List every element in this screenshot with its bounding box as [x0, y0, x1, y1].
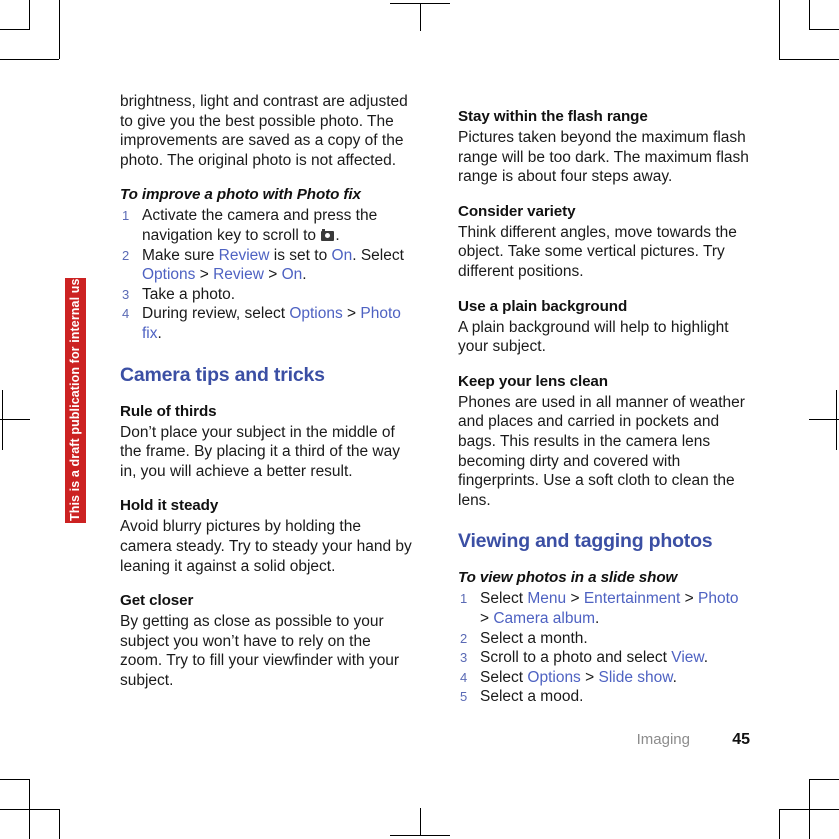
task-heading-photo-fix: To improve a photo with Photo fix: [120, 186, 361, 204]
section-heading-viewing-tagging: Viewing and tagging photos: [458, 530, 713, 553]
step-item: During review, select Options > Photo fi…: [120, 304, 412, 343]
step-text: Select: [480, 590, 528, 608]
step-text: >: [195, 266, 214, 284]
step-text: . Select: [352, 246, 404, 264]
step-text: >: [566, 590, 584, 608]
step-text: >: [580, 668, 599, 686]
ui-reference: Options: [527, 668, 581, 686]
step-text: is set to: [269, 246, 332, 264]
step-text: .: [302, 266, 307, 284]
ui-reference: Camera album: [493, 609, 596, 627]
tip-heading: Consider variety: [458, 202, 576, 220]
tip-heading: Hold it steady: [120, 497, 219, 515]
ui-reference: On: [331, 246, 353, 264]
step-text: Select a mood.: [480, 688, 584, 706]
step-text: >: [480, 609, 494, 627]
step-item: Select Menu > Entertainment > Photo > Ca…: [458, 589, 750, 628]
footer-page-number: 45: [732, 731, 750, 748]
tip-body: A plain background will help to highligh…: [458, 318, 729, 356]
section-heading-camera-tips: Camera tips and tricks: [120, 363, 325, 386]
tip-body: Pictures taken beyond the maximum flash …: [458, 129, 749, 186]
step-text: >: [263, 266, 282, 284]
step-item: Select a month.: [458, 629, 750, 649]
ui-reference: Photo: [698, 590, 739, 608]
step-text: Activate the camera and press the naviga…: [142, 207, 378, 244]
step-text: .: [703, 649, 709, 667]
task-heading-slide-show: To view photos in a slide show: [458, 569, 678, 587]
step-text: .: [672, 668, 677, 686]
camera-icon: [321, 229, 335, 241]
step-item: Select Options > Slide show.: [458, 668, 750, 688]
step-text: Scroll to a photo and select: [480, 649, 672, 667]
step-text: Select: [480, 668, 528, 686]
step-text: >: [342, 305, 361, 323]
tip-body: Phones are used in all manner of weather…: [458, 393, 745, 509]
continued-paragraph: brightness, light and contrast are adjus…: [120, 93, 408, 169]
ui-reference: Entertainment: [583, 590, 681, 608]
step-text: .: [335, 226, 340, 244]
step-text: During review, select: [142, 305, 290, 323]
tip-body: Don’t place your subject in the middle o…: [120, 423, 400, 480]
tip-heading: Keep your lens clean: [458, 372, 608, 390]
ui-reference: Menu: [527, 590, 567, 608]
step-item: Select a mood.: [458, 687, 750, 707]
ui-reference: Review: [218, 246, 270, 264]
ui-reference: View: [671, 649, 704, 667]
step-text: Select a month.: [480, 629, 588, 647]
right-column: Stay within the flash range Pictures take…: [458, 92, 750, 719]
step-text: Make sure: [142, 246, 219, 264]
step-list-photo-fix: Activate the camera and press the naviga…: [120, 206, 412, 343]
page-footer: Imaging 45: [458, 731, 750, 755]
step-item: Scroll to a photo and select View.: [458, 648, 750, 668]
step-text: >: [680, 590, 699, 608]
ui-reference: On: [281, 266, 303, 284]
tip-body: By getting as close as possible to your …: [120, 613, 400, 689]
tip-list-right: Stay within the flash range Pictures take…: [458, 108, 750, 510]
ui-reference: Options: [142, 266, 196, 284]
tip-heading: Get closer: [120, 592, 194, 610]
tip-heading: Use a plain background: [458, 297, 628, 315]
step-item: Take a photo.: [120, 285, 412, 305]
step-list-slide-show: Select Menu > Entertainment > Photo > Ca…: [458, 589, 750, 707]
step-text: .: [595, 609, 600, 627]
step-item: Activate the camera and press the naviga…: [120, 206, 412, 245]
tip-list-left: Rule of thirds Don’t place your subject i…: [120, 403, 412, 691]
page-content: brightness, light and contrast are adjus…: [0, 0, 839, 839]
tip-body: Avoid blurry pictures by holding the cam…: [120, 518, 412, 575]
tip-body: Think different angles, move towards the…: [458, 223, 737, 280]
step-text: Take a photo.: [142, 285, 236, 303]
tip-heading: Rule of thirds: [120, 402, 217, 420]
ui-reference: Options: [289, 305, 343, 323]
step-text: .: [157, 324, 162, 342]
left-column: brightness, light and contrast are adjus…: [120, 92, 412, 704]
step-item: Make sure Review is set to On. Select Op…: [120, 246, 412, 285]
footer-chapter-label: Imaging: [636, 731, 690, 748]
ui-reference: Review: [213, 266, 264, 284]
tip-heading: Stay within the flash range: [458, 108, 648, 125]
ui-reference: Slide show: [598, 668, 673, 686]
